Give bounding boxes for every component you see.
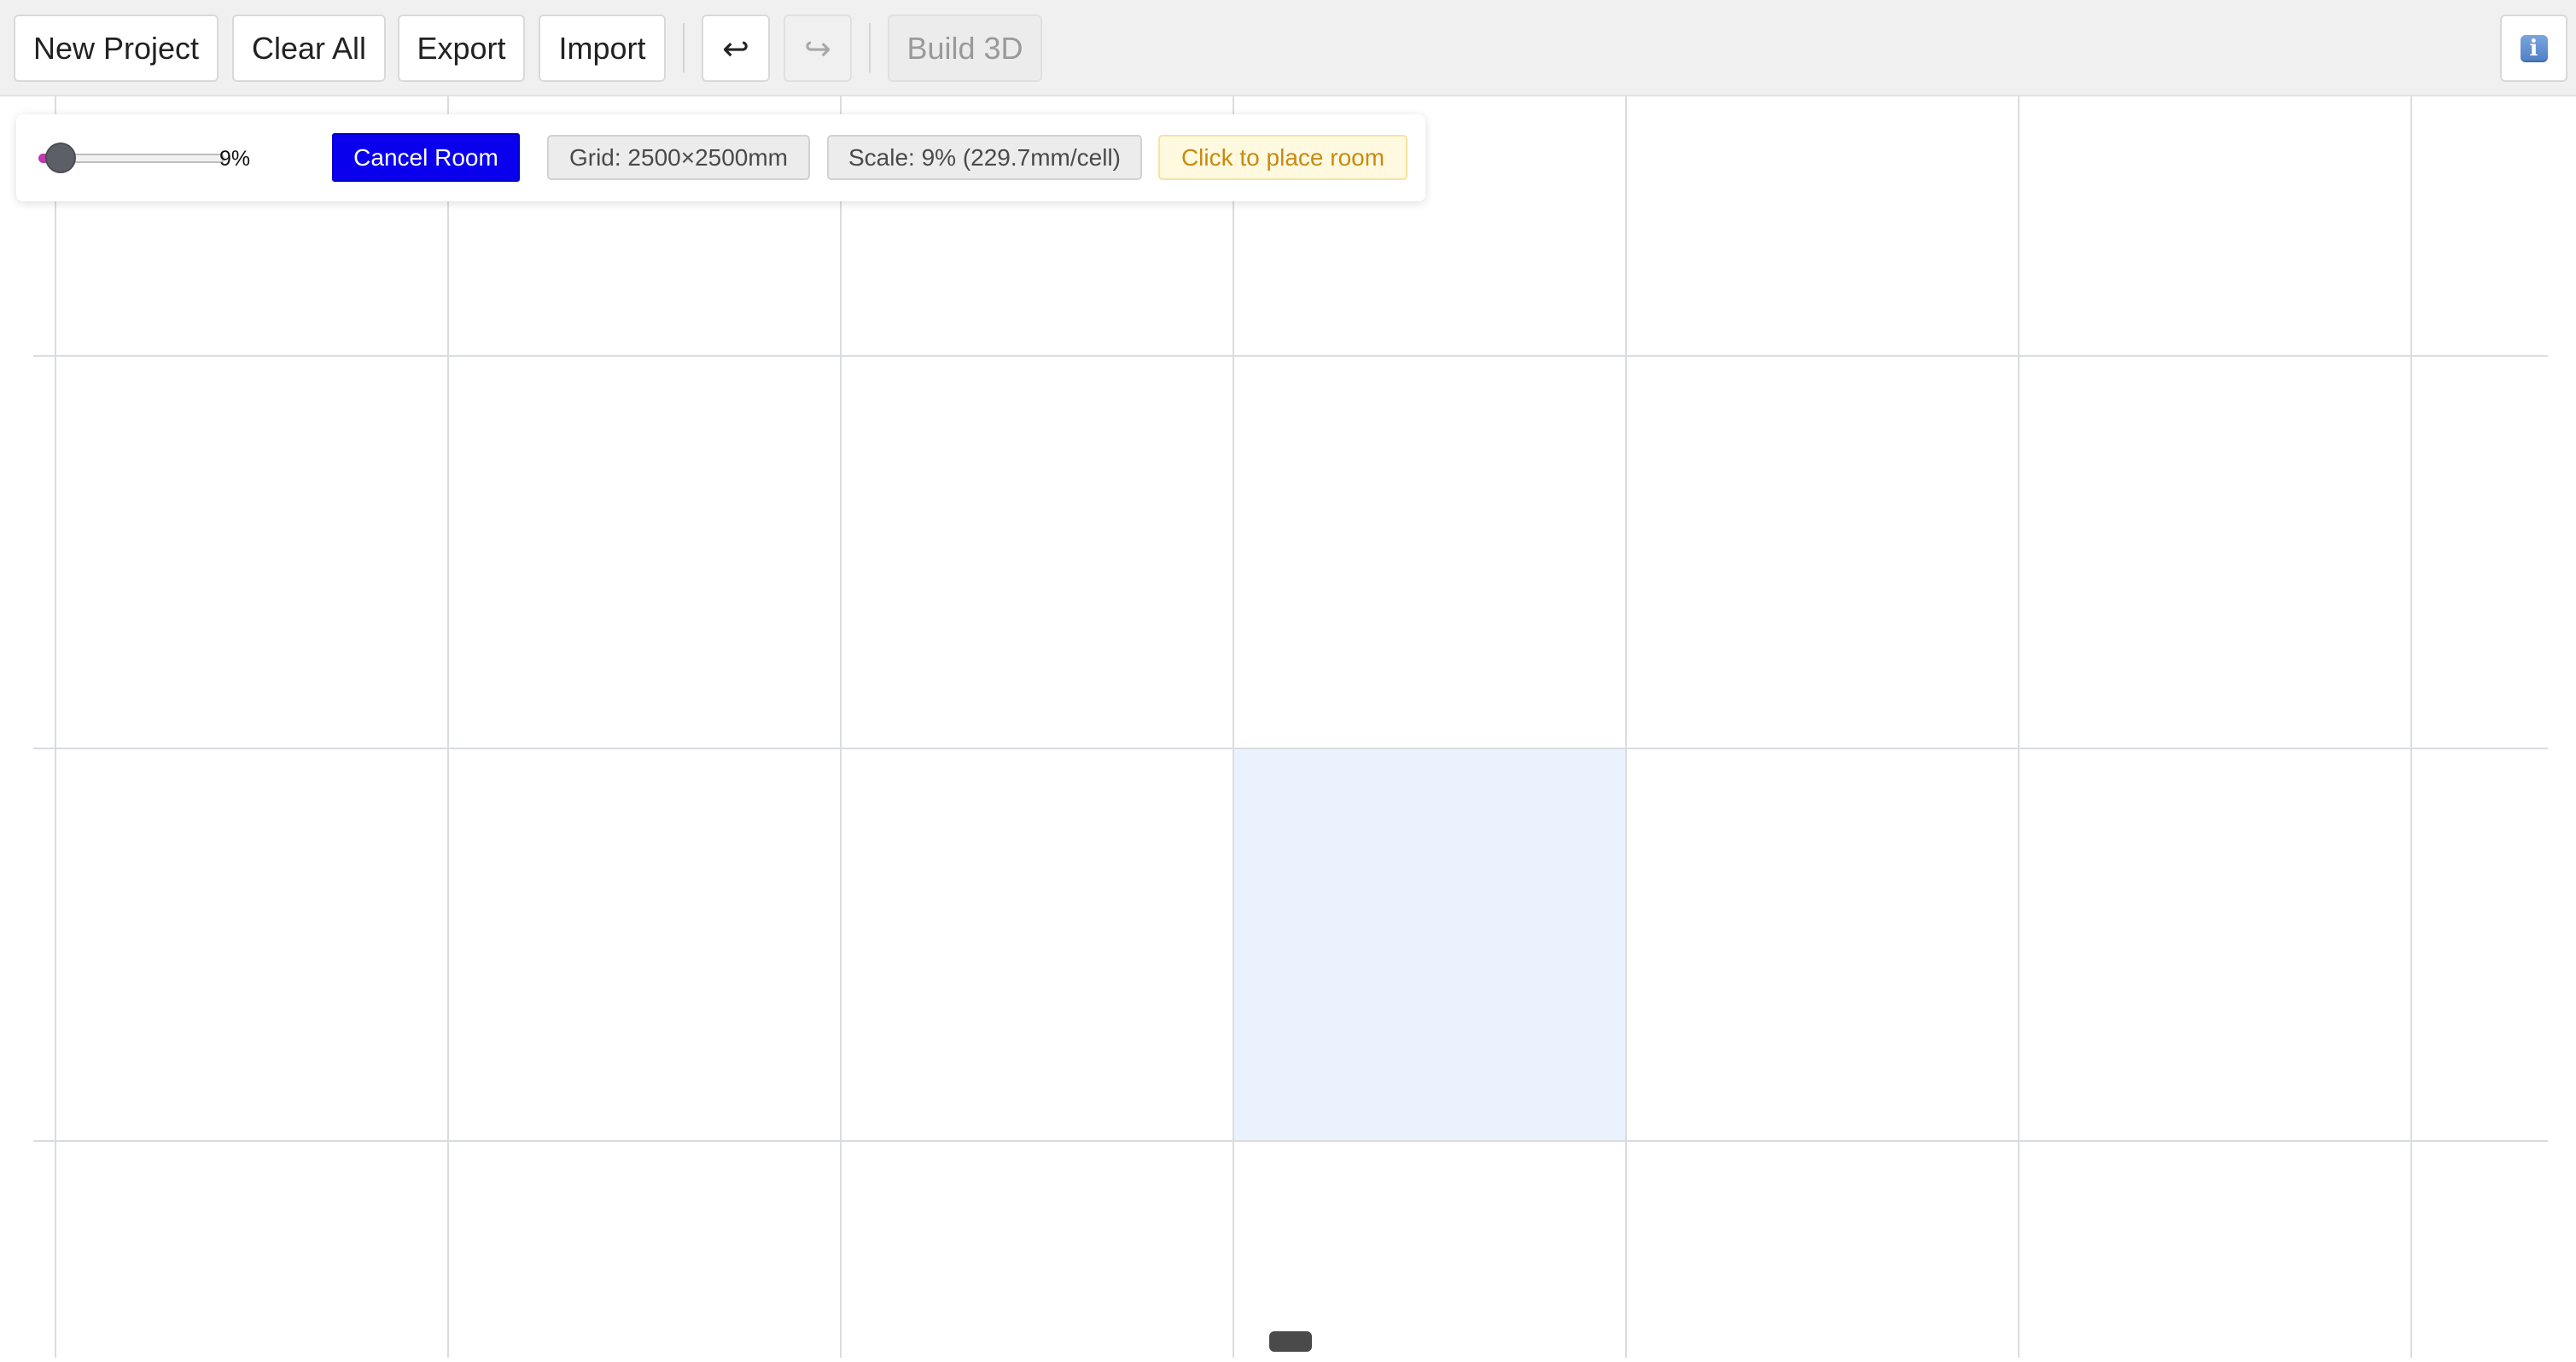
zoom-value-label: 9% bbox=[219, 147, 251, 171]
zoom-slider-thumb[interactable] bbox=[44, 143, 76, 173]
import-button[interactable]: Import bbox=[539, 15, 666, 82]
info-icon: i bbox=[2520, 34, 2548, 62]
undo-button[interactable]: ↩ bbox=[702, 15, 770, 82]
scale-badge: Scale: 9% (229.7mm/cell) bbox=[827, 135, 1142, 180]
export-button[interactable]: Export bbox=[398, 15, 525, 82]
toolbar-divider bbox=[683, 23, 685, 73]
cancel-room-button[interactable]: Cancel Room bbox=[332, 133, 520, 182]
canvas-scroll-handle[interactable] bbox=[1269, 1331, 1312, 1352]
toolbar-divider bbox=[869, 23, 871, 73]
redo-icon: ↪ bbox=[804, 29, 831, 67]
redo-button[interactable]: ↪ bbox=[784, 15, 852, 82]
placement-hint-badge: Click to place room bbox=[1158, 135, 1407, 180]
floor-plan-canvas[interactable] bbox=[33, 96, 2548, 1358]
control-panel: 9% Cancel Room Grid: 2500×2500mm Scale: … bbox=[16, 114, 1425, 201]
build-3d-button[interactable]: Build 3D bbox=[888, 15, 1042, 82]
undo-icon: ↩ bbox=[722, 29, 749, 67]
new-project-button[interactable]: New Project bbox=[14, 15, 219, 82]
top-toolbar: New Project Clear All Export Import ↩ ↪ … bbox=[0, 0, 2576, 96]
info-button[interactable]: i bbox=[2500, 15, 2567, 82]
grid-size-badge: Grid: 2500×2500mm bbox=[547, 135, 810, 180]
grid-layer[interactable] bbox=[33, 96, 2548, 1358]
hover-cell-highlight[interactable] bbox=[1233, 748, 1627, 1142]
clear-all-button[interactable]: Clear All bbox=[232, 15, 386, 82]
